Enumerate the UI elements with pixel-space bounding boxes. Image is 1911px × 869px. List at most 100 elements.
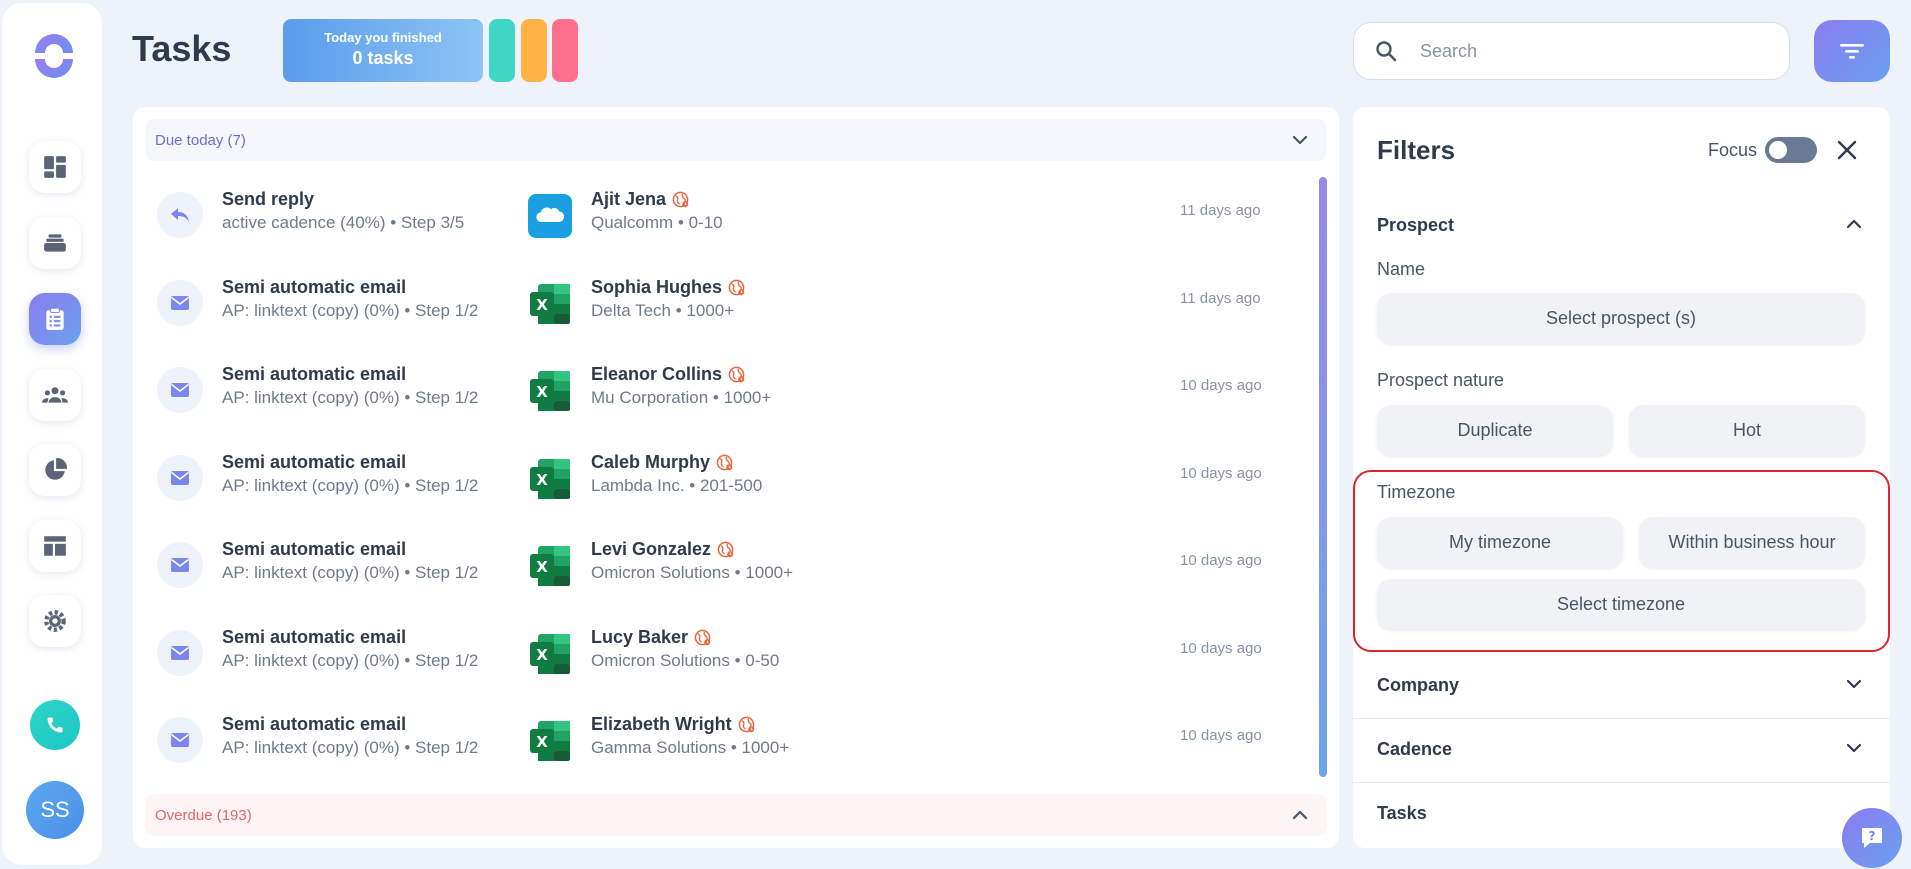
progress-swatch-orange[interactable] xyxy=(521,19,547,82)
tasks-finished-badge: Today you finished 0 tasks xyxy=(283,19,483,82)
task-due-time: 11 days ago xyxy=(1180,289,1261,307)
app-logo[interactable] xyxy=(29,31,79,81)
email-icon xyxy=(171,470,189,485)
reply-icon xyxy=(171,208,189,222)
search-box[interactable] xyxy=(1353,22,1790,80)
prospect-name[interactable]: Eleanor Collins xyxy=(591,364,745,385)
duplicate-button[interactable]: Duplicate xyxy=(1377,405,1613,455)
scrollbar[interactable] xyxy=(1319,177,1327,777)
prospect-name[interactable]: Elizabeth Wright xyxy=(591,714,755,735)
task-title[interactable]: Semi automatic email xyxy=(222,277,406,298)
overdue-header[interactable]: Overdue (193) xyxy=(145,794,1327,836)
task-title[interactable]: Semi automatic email xyxy=(222,452,406,473)
svg-text:?: ? xyxy=(1869,829,1876,843)
close-icon[interactable] xyxy=(1834,137,1860,163)
avatar[interactable]: SS xyxy=(26,781,84,839)
task-due-time: 10 days ago xyxy=(1180,377,1262,394)
salesforce-icon xyxy=(528,194,572,238)
nav-templates[interactable] xyxy=(29,520,81,572)
task-cadence-step: AP: linktext (copy) (0%) • Step 1/2 xyxy=(222,475,479,495)
overdue-label: Overdue (193) xyxy=(155,806,252,824)
nav-reports[interactable] xyxy=(29,444,81,496)
select-prospect-button[interactable]: Select prospect (s) xyxy=(1377,293,1865,343)
task-cadence-step: AP: linktext (copy) (0%) • Step 1/2 xyxy=(222,300,479,320)
filter-toggle-button[interactable] xyxy=(1814,20,1890,82)
task-row[interactable]: Semi automatic email AP: linktext (copy) … xyxy=(157,527,1297,601)
prospect-company: Delta Tech • 1000+ xyxy=(591,300,735,320)
prospect-name[interactable]: Lucy Baker xyxy=(591,627,711,648)
due-today-header[interactable]: Due today (7) xyxy=(145,119,1327,161)
task-title[interactable]: Semi automatic email xyxy=(222,714,406,735)
prospect-name[interactable]: Caleb Murphy xyxy=(591,452,733,473)
nav-people[interactable] xyxy=(29,369,81,421)
progress-swatch-teal[interactable] xyxy=(489,19,515,82)
excel-icon: X xyxy=(530,458,570,499)
cadence-section-label[interactable]: Cadence xyxy=(1377,739,1452,760)
prospect-name[interactable]: Levi Gonzalez xyxy=(591,539,734,560)
task-title[interactable]: Semi automatic email xyxy=(222,627,406,648)
email-icon xyxy=(171,383,189,397)
task-title[interactable]: Semi automatic email xyxy=(222,539,406,560)
nav-tasks[interactable] xyxy=(29,293,81,345)
timezone-globe-icon xyxy=(728,279,745,295)
chevron-down-icon[interactable] xyxy=(1845,739,1863,757)
task-row[interactable]: Semi automatic email AP: linktext (copy) … xyxy=(157,265,1297,339)
timezone-globe-icon xyxy=(728,366,745,383)
task-title[interactable]: Send reply xyxy=(222,189,314,210)
excel-icon: X xyxy=(530,721,570,761)
task-row[interactable]: Send reply active cadence (40%) • Step 3/… xyxy=(157,177,1297,251)
page-title: Tasks xyxy=(132,28,232,69)
chevron-down-icon[interactable] xyxy=(1845,675,1863,693)
chevron-up-icon[interactable] xyxy=(1845,215,1863,233)
task-type-badge xyxy=(157,629,203,676)
phone-icon xyxy=(47,717,63,733)
prospect-section-label[interactable]: Prospect xyxy=(1377,215,1454,236)
help-chat-icon: ? xyxy=(1862,828,1882,848)
divider xyxy=(1353,718,1890,719)
timezone-globe-icon xyxy=(694,629,711,645)
task-row[interactable]: Semi automatic email AP: linktext (copy) … xyxy=(157,615,1297,689)
select-timezone-button[interactable]: Select timezone xyxy=(1377,579,1865,629)
task-type-badge xyxy=(157,454,203,501)
within-business-hour-button[interactable]: Within business hour xyxy=(1639,517,1865,567)
nav-settings[interactable] xyxy=(29,595,81,647)
task-row[interactable]: Semi automatic email AP: linktext (copy) … xyxy=(157,702,1297,776)
tasks-section-label[interactable]: Tasks xyxy=(1377,803,1427,824)
task-type-badge xyxy=(157,279,203,326)
search-input[interactable] xyxy=(1420,40,1750,62)
task-type-badge xyxy=(157,717,203,763)
task-due-time: 10 days ago xyxy=(1180,727,1262,744)
divider xyxy=(1353,782,1890,783)
task-row[interactable]: Semi automatic email AP: linktext (copy) … xyxy=(157,352,1297,426)
my-timezone-button[interactable]: My timezone xyxy=(1377,517,1623,567)
task-row[interactable]: Semi automatic email AP: linktext (copy) … xyxy=(157,440,1297,514)
progress-swatch-pink[interactable] xyxy=(552,19,578,82)
name-label: Name xyxy=(1377,259,1426,279)
task-title[interactable]: Semi automatic email xyxy=(222,364,406,385)
prospect-company: Lambda Inc. • 201-500 xyxy=(591,475,763,495)
task-cadence-step: AP: linktext (copy) (0%) • Step 1/2 xyxy=(222,650,479,670)
svg-text:X: X xyxy=(536,471,548,489)
prospect-name[interactable]: Ajit Jena xyxy=(591,189,689,210)
phone-button[interactable] xyxy=(30,700,80,750)
focus-toggle[interactable] xyxy=(1765,137,1817,163)
prospect-name[interactable]: Sophia Hughes xyxy=(591,277,745,298)
nav-dashboard[interactable] xyxy=(29,141,81,193)
task-type-badge xyxy=(157,542,203,588)
task-due-time: 11 days ago xyxy=(1180,202,1261,219)
nav-inbox[interactable] xyxy=(29,217,81,269)
svg-text:X: X xyxy=(536,558,548,576)
pie-chart-icon xyxy=(45,458,67,480)
company-section-label[interactable]: Company xyxy=(1377,675,1459,696)
help-button[interactable]: ? xyxy=(1842,808,1902,868)
dashboard-icon xyxy=(44,156,66,178)
prospect-name-text: Eleanor Collins xyxy=(591,364,723,384)
email-icon xyxy=(171,645,189,660)
prospect-name-text: Elizabeth Wright xyxy=(591,714,732,734)
focus-label: Focus xyxy=(1708,140,1758,160)
prospect-nature-label: Prospect nature xyxy=(1377,370,1505,390)
hot-button[interactable]: Hot xyxy=(1629,405,1865,455)
svg-text:X: X xyxy=(536,296,548,314)
prospect-name-text: Ajit Jena xyxy=(591,189,667,209)
timezone-globe-icon xyxy=(738,716,755,733)
